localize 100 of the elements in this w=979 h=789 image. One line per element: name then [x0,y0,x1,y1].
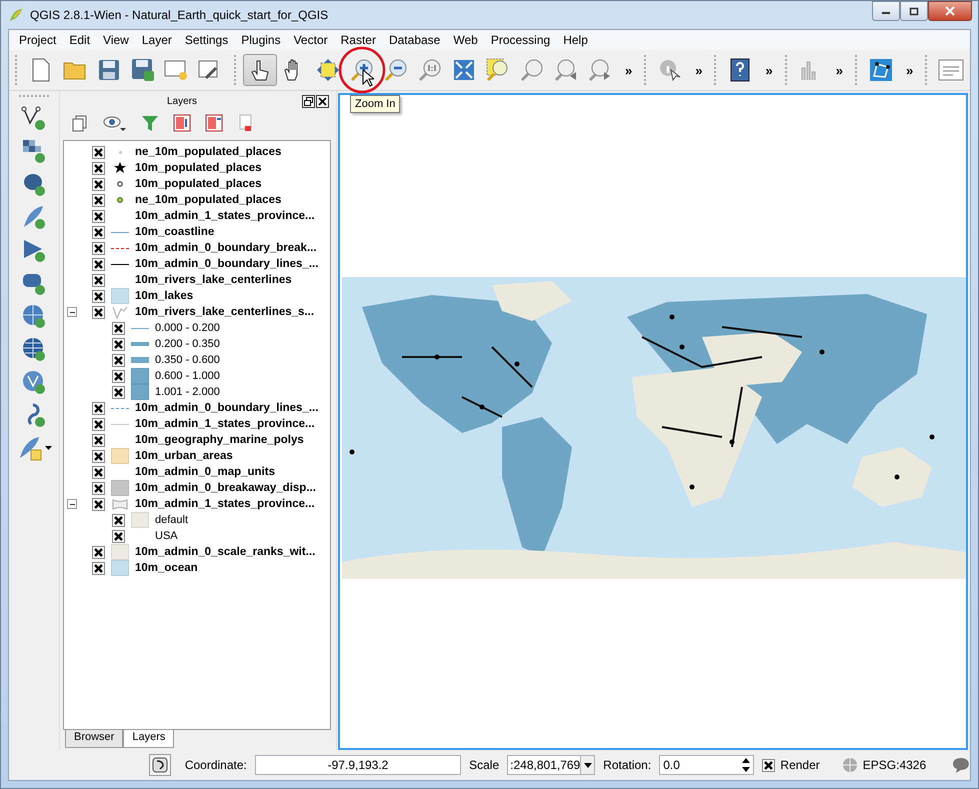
layer-name[interactable]: 0.000 - 0.200 [155,322,220,334]
layer-name[interactable]: 10m_populated_places [135,162,262,174]
layer-checkbox[interactable] [112,370,125,382]
filter-icon[interactable] [141,114,159,132]
layer-checkbox[interactable] [112,530,125,542]
layer-name[interactable]: 10m_admin_0_boundary_lines_... [135,258,318,270]
render-label: Render [780,758,820,772]
layer-checkbox[interactable] [92,258,105,270]
rotation-spinbox[interactable]: 0.0 [659,755,754,775]
layer-name[interactable]: 10m_rivers_lake_centerlines [135,274,292,286]
menu-item[interactable]: Plugins [235,31,288,49]
layer-name[interactable]: 10m_rivers_lake_centerlines_s... [135,306,314,318]
toolbar-button[interactable] [21,104,47,132]
eye-icon[interactable] [103,114,127,132]
layer-checkbox[interactable] [92,210,105,222]
close-button[interactable] [928,1,972,21]
layer-name[interactable]: 10m_admin_0_breakaway_disp... [135,482,316,494]
layer-name[interactable]: 10m_admin_1_states_province... [135,418,315,430]
layer-name[interactable]: 1.001 - 2.000 [155,386,220,398]
layer-checkbox[interactable] [92,146,105,158]
menu-item[interactable]: Processing [484,31,558,49]
layer-checkbox[interactable] [92,226,105,238]
layer-name[interactable]: ne_10m_populated_places [135,194,282,206]
menu-item[interactable]: Project [13,31,64,49]
layer-checkbox[interactable] [92,194,105,206]
save-as-icon [131,58,155,82]
message-log-button[interactable] [149,754,171,776]
layer-checkbox[interactable] [92,434,105,446]
layer-name[interactable]: 10m_admin_0_scale_ranks_wit... [135,546,316,558]
toolbar-overflow-button[interactable]: » [617,62,638,78]
menu-item[interactable]: Web [447,31,485,49]
menu-item[interactable]: View [97,31,136,49]
layer-name[interactable]: 10m_ocean [135,562,198,574]
scale-dropdown[interactable]: :248,801,769 [507,755,596,775]
maximize-button[interactable] [900,1,928,21]
copy-layers-icon[interactable] [71,114,89,132]
layer-checkbox[interactable] [92,306,105,318]
layer-checkbox[interactable] [92,274,105,286]
layer-checkbox[interactable] [92,498,105,510]
layer-checkbox[interactable] [92,290,105,302]
layer-name[interactable]: 10m_admin_0_boundary_lines_... [135,402,318,414]
float-button[interactable] [302,94,315,108]
menu-item[interactable]: Settings [178,31,236,49]
close-button[interactable] [316,94,329,108]
minimize-button[interactable] [872,1,900,21]
layer-name[interactable]: 0.200 - 0.350 [155,338,220,350]
render-checkbox[interactable] [762,758,776,772]
layer-name[interactable]: 10m_admin_0_map_units [135,466,275,478]
menu-item[interactable]: Help [557,31,595,49]
collapse-toggle[interactable] [67,306,77,316]
layer-checkbox[interactable] [112,322,125,334]
layer-checkbox[interactable] [92,546,105,558]
layer-name[interactable]: 0.350 - 0.600 [155,354,220,366]
collapse-layers-icon[interactable] [205,114,223,132]
layer-checkbox[interactable] [112,386,125,398]
layer-name[interactable]: 10m_urban_areas [135,450,233,462]
layer-name[interactable]: 10m_admin_1_states_province... [135,210,315,222]
zoom-last-icon [554,58,578,82]
toolbar-button[interactable] [243,54,277,86]
toolbar-overflow-button[interactable]: » [757,62,779,78]
map-canvas[interactable] [338,93,968,750]
layer-checkbox[interactable] [92,178,105,190]
menu-item[interactable]: Edit [63,31,98,49]
layer-name[interactable]: 10m_geography_marine_polys [135,434,304,446]
coordinate-field[interactable]: -97.9,193.2 [254,755,462,775]
layer-checkbox[interactable] [92,450,105,462]
layer-name[interactable]: 10m_admin_1_states_province... [135,498,315,510]
layer-checkbox[interactable] [92,418,105,430]
layer-checkbox[interactable] [92,242,105,254]
layer-checkbox[interactable] [92,482,105,494]
layer-name[interactable]: 10m_lakes [135,290,194,302]
toolbar-overflow-button[interactable]: » [828,62,849,78]
spin-down-icon[interactable] [742,767,750,772]
layer-name[interactable]: USA [155,530,178,542]
layer-checkbox[interactable] [112,514,125,526]
menu-item[interactable]: Database [382,31,448,49]
menu-item[interactable]: Vector [288,31,335,49]
layer-name[interactable]: 10m_coastline [135,226,214,238]
layer-checkbox[interactable] [92,162,105,174]
menu-item[interactable]: Layer [136,31,179,49]
collapse-toggle[interactable] [67,498,77,508]
toolbar-overflow-button[interactable]: » [687,62,708,78]
toolbar-overflow-button[interactable]: » [898,62,920,78]
layer-name[interactable]: 10m_admin_0_boundary_break... [135,242,317,254]
layer-checkbox[interactable] [112,354,125,366]
layer-checkbox[interactable] [92,466,105,478]
speech-bubble-icon[interactable] [952,757,970,773]
layer-name[interactable]: 10m_populated_places [135,178,262,190]
layer-name[interactable]: default [155,514,188,526]
menu-item[interactable]: Raster [334,31,383,49]
panel-tab[interactable]: Browser [65,730,124,748]
layer-name[interactable]: ne_10m_populated_places [135,146,282,158]
layer-checkbox[interactable] [92,402,105,414]
layer-name[interactable]: 0.600 - 1.000 [155,370,220,382]
spin-up-icon[interactable] [742,758,750,763]
layer-checkbox[interactable] [112,338,125,350]
panel-tab[interactable]: Layers [123,730,174,748]
expand-layers-icon[interactable] [173,114,191,132]
layer-checkbox[interactable] [92,562,105,574]
crs-button[interactable]: EPSG:4326 [842,757,926,773]
